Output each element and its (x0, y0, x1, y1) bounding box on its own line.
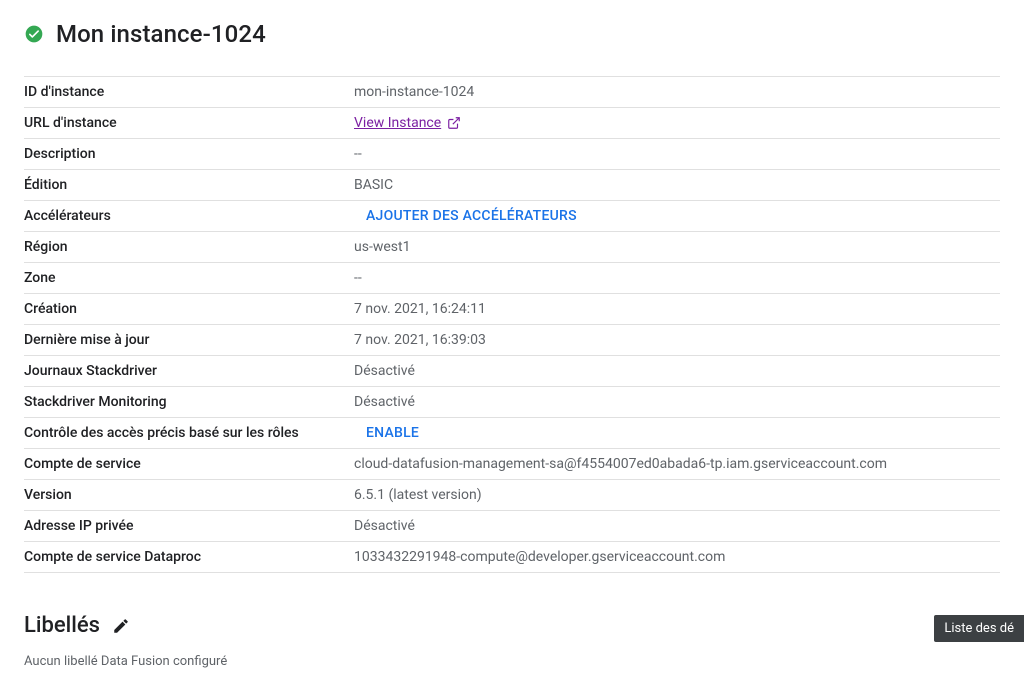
label-last-update: Dernière mise à jour (24, 325, 354, 356)
value-version: 6.5.1 (latest version) (354, 480, 1000, 511)
labels-section-header: Libellés (24, 613, 1000, 638)
labels-title: Libellés (24, 613, 100, 638)
label-dataproc-service-account: Compte de service Dataproc (24, 542, 354, 573)
label-version: Version (24, 480, 354, 511)
value-service-account: cloud-datafusion-management-sa@f4554007e… (354, 449, 1000, 480)
row-private-ip: Adresse IP privée Désactivé (24, 511, 1000, 542)
label-zone: Zone (24, 263, 354, 294)
row-stackdriver-monitoring: Stackdriver Monitoring Désactivé (24, 387, 1000, 418)
value-description: -- (354, 139, 1000, 170)
label-service-account: Compte de service (24, 449, 354, 480)
label-edition: Édition (24, 170, 354, 201)
enable-rbac-button[interactable]: ENABLE (354, 425, 419, 441)
row-description: Description -- (24, 139, 1000, 170)
instance-details-table: ID d'instance mon-instance-1024 URL d'in… (24, 76, 1000, 573)
value-edition: BASIC (354, 170, 1000, 201)
value-stackdriver-monitoring: Désactivé (354, 387, 1000, 418)
page-header: Mon instance-1024 (24, 20, 1000, 48)
value-instance-url: View Instance (354, 108, 1000, 139)
view-instance-link[interactable]: View Instance (354, 115, 461, 131)
label-instance-id: ID d'instance (24, 77, 354, 108)
label-stackdriver-monitoring: Stackdriver Monitoring (24, 387, 354, 418)
value-region: us-west1 (354, 232, 1000, 263)
label-rbac: Contrôle des accès précis basé sur les r… (24, 418, 354, 449)
row-dataproc-service-account: Compte de service Dataproc 1033432291948… (24, 542, 1000, 573)
label-instance-url: URL d'instance (24, 108, 354, 139)
row-edition: Édition BASIC (24, 170, 1000, 201)
row-accelerators: Accélérateurs AJOUTER DES ACCÉLÉRATEURS (24, 201, 1000, 232)
row-version: Version 6.5.1 (latest version) (24, 480, 1000, 511)
label-description: Description (24, 139, 354, 170)
view-instance-link-text: View Instance (354, 115, 441, 131)
label-accelerators: Accélérateurs (24, 201, 354, 232)
value-last-update: 7 nov. 2021, 16:39:03 (354, 325, 1000, 356)
label-stackdriver-logs: Journaux Stackdriver (24, 356, 354, 387)
floating-chip[interactable]: Liste des dé (934, 615, 1024, 642)
row-creation: Création 7 nov. 2021, 16:24:11 (24, 294, 1000, 325)
row-service-account: Compte de service cloud-datafusion-manag… (24, 449, 1000, 480)
value-private-ip: Désactivé (354, 511, 1000, 542)
row-rbac: Contrôle des accès précis basé sur les r… (24, 418, 1000, 449)
external-link-icon (447, 116, 461, 130)
row-stackdriver-logs: Journaux Stackdriver Désactivé (24, 356, 1000, 387)
value-zone: -- (354, 263, 1000, 294)
value-stackdriver-logs: Désactivé (354, 356, 1000, 387)
value-instance-id: mon-instance-1024 (354, 77, 1000, 108)
value-dataproc-service-account: 1033432291948-compute@developer.gservice… (354, 542, 1000, 573)
row-last-update: Dernière mise à jour 7 nov. 2021, 16:39:… (24, 325, 1000, 356)
labels-empty-message: Aucun libellé Data Fusion configuré (24, 654, 1000, 669)
row-instance-url: URL d'instance View Instance (24, 108, 1000, 139)
value-accelerators: AJOUTER DES ACCÉLÉRATEURS (354, 201, 1000, 232)
add-accelerators-button[interactable]: AJOUTER DES ACCÉLÉRATEURS (354, 208, 577, 224)
row-region: Région us-west1 (24, 232, 1000, 263)
status-success-icon (24, 24, 44, 44)
label-region: Région (24, 232, 354, 263)
value-creation: 7 nov. 2021, 16:24:11 (354, 294, 1000, 325)
row-instance-id: ID d'instance mon-instance-1024 (24, 77, 1000, 108)
value-rbac: ENABLE (354, 418, 1000, 449)
edit-labels-icon[interactable] (112, 617, 130, 635)
row-zone: Zone -- (24, 263, 1000, 294)
page-title: Mon instance-1024 (56, 20, 266, 48)
label-creation: Création (24, 294, 354, 325)
label-private-ip: Adresse IP privée (24, 511, 354, 542)
